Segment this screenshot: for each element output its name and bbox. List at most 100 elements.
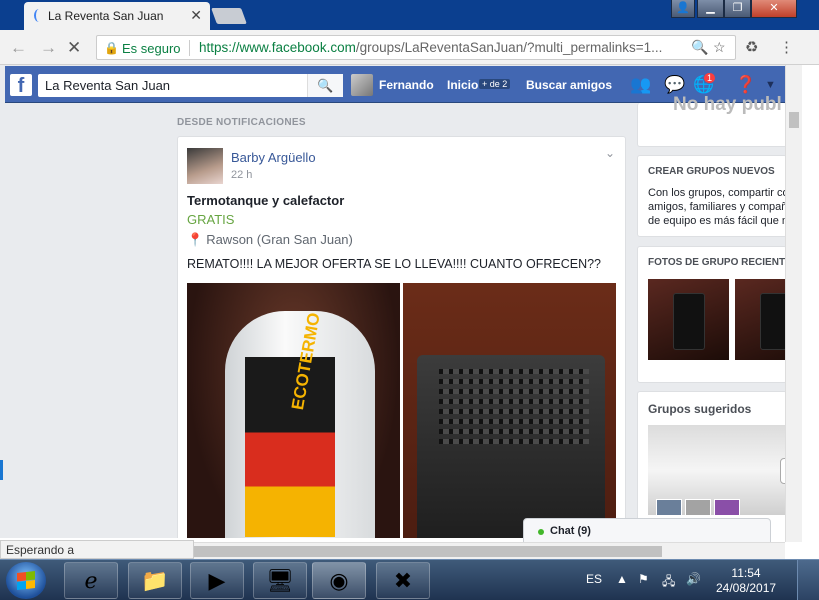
group-photo-thumb[interactable] <box>648 279 729 360</box>
search-value: La Reventa San Juan <box>45 78 171 93</box>
maximize-button[interactable]: ❐ <box>724 0 751 18</box>
show-desktop-button[interactable] <box>797 560 819 600</box>
tray-expand-icon[interactable]: ▲ <box>616 572 628 586</box>
windows-taskbar: ℯ 📁 ▶ 🖥 ◉ ✖ ES ▲ ⚑ 🖧 🔊 11:54 24/08/2017 <box>0 559 819 600</box>
member-avatar <box>714 499 740 515</box>
heater-photo[interactable] <box>403 283 616 538</box>
suggested-groups-title: Grupos sugeridos <box>648 402 752 416</box>
media-player-icon[interactable]: ▶ <box>190 562 244 599</box>
member-avatar <box>656 499 682 515</box>
account-menu-chevron-icon[interactable]: ▼ <box>765 79 776 91</box>
forward-arrow-icon[interactable]: → <box>40 38 57 58</box>
location-pin-icon: 📍 <box>187 232 204 247</box>
tab-close-icon[interactable]: ✕ <box>190 7 202 24</box>
taskbar-clock[interactable]: 11:54 24/08/2017 <box>716 566 776 596</box>
tab-title: La Reventa San Juan <box>48 9 164 23</box>
browser-tab[interactable]: La Reventa San Juan ✕ <box>24 2 210 30</box>
internet-explorer-icon[interactable]: ℯ <box>64 562 118 599</box>
volume-icon[interactable]: 🔊 <box>686 572 701 586</box>
file-explorer-icon[interactable]: 📁 <box>128 562 182 599</box>
clock-date: 24/08/2017 <box>716 581 777 595</box>
listing-price: GRATIS <box>187 212 235 227</box>
windows-logo-icon <box>17 571 35 590</box>
find-friends-link[interactable]: Buscar amigos <box>526 78 612 92</box>
post-options-chevron-icon[interactable]: ⌄ <box>605 146 615 160</box>
create-groups-line: Con los grupos, compartir co <box>648 187 785 199</box>
lock-icon: 🔒 <box>104 41 119 55</box>
zoom-search-icon[interactable]: 🔍 <box>691 39 708 56</box>
section-label: DESDE NOTIFICACIONES <box>177 117 306 128</box>
help-icon[interactable]: ❓ <box>735 75 756 95</box>
heater-grill <box>439 409 589 414</box>
status-bar: Esperando a www.facebook.com... <box>0 540 194 571</box>
suggested-group-cover[interactable] <box>648 425 785 515</box>
facebook-logo-icon[interactable]: f <box>10 74 32 97</box>
group-photo-thumb[interactable] <box>735 279 785 360</box>
new-tab-button[interactable] <box>211 8 247 24</box>
user-profile-icon[interactable]: 👤 <box>671 0 695 18</box>
listing-title: Termotanque y calefactor <box>187 193 345 208</box>
page-viewport: f La Reventa San Juan 🔍 Fernando Inicio … <box>0 65 785 538</box>
author-avatar[interactable] <box>187 148 223 184</box>
member-avatar <box>685 499 711 515</box>
search-icon[interactable]: 🔍 <box>307 74 343 97</box>
url-text[interactable]: https://www.facebook.com/groups/LaRevent… <box>199 40 662 55</box>
post-text: REMATO!!!! LA MEJOR OFERTA SE LO LLEVA!!… <box>187 257 601 271</box>
post-timestamp[interactable]: 22 h <box>231 169 252 181</box>
create-groups-title: CREAR GRUPOS NUEVOS <box>648 166 775 177</box>
heater-grill <box>439 439 589 444</box>
messenger-icon[interactable]: 💬 <box>664 75 685 95</box>
scrollbar-thumb[interactable] <box>190 546 662 557</box>
water-heater-photo[interactable]: ECOTERMO <box>187 283 400 538</box>
minimize-button[interactable]: ▁ <box>697 0 724 18</box>
stop-loading-icon[interactable]: ✕ <box>67 38 81 58</box>
chrome-menu-icon[interactable]: ⋮ <box>779 38 794 56</box>
bookmark-star-icon[interactable]: ☆ <box>713 39 726 56</box>
create-groups-line: de equipo es más fácil que nu <box>648 215 785 227</box>
close-window-button[interactable]: ✕ <box>751 0 797 18</box>
create-groups-line: amigos, familiares y compañe <box>648 201 785 213</box>
network-icon[interactable]: 🖧 <box>662 572 675 593</box>
back-arrow-icon[interactable]: ← <box>10 38 27 58</box>
extension-icon[interactable]: ♻ <box>745 38 758 56</box>
clock-time: 11:54 <box>731 566 761 580</box>
url-host: https://www.facebook.com <box>199 40 356 55</box>
chat-label: Chat (9) <box>550 525 591 537</box>
heater-grill <box>439 419 589 424</box>
no-posts-text: No hay publ <box>673 94 782 115</box>
user-avatar[interactable] <box>351 74 373 96</box>
address-bar[interactable]: 🔒 Es seguro https://www.facebook.com/gro… <box>96 35 736 60</box>
heater-grill <box>439 389 589 394</box>
loading-spinner-icon <box>34 9 44 22</box>
group-photos-box: FOTOS DE GRUPO RECIENTE <box>637 246 785 383</box>
heater-grill <box>439 379 589 384</box>
heater-grill <box>439 429 589 434</box>
group-photos-title: FOTOS DE GRUPO RECIENTE <box>648 257 785 268</box>
author-name[interactable]: Barby Argüello <box>231 150 316 165</box>
chat-bar[interactable]: Chat (9) <box>523 518 771 544</box>
omnibox-divider <box>189 40 190 56</box>
vertical-scrollbar[interactable] <box>785 65 802 542</box>
water-heater-label <box>245 357 335 537</box>
home-count-badge: + de 2 <box>479 79 511 89</box>
right-top-box: No hay publ <box>637 94 785 147</box>
action-center-icon[interactable]: ⚑ <box>638 572 649 586</box>
url-path: /groups/LaReventaSanJuan/?multi_permalin… <box>355 40 663 55</box>
remote-desktop-icon[interactable]: 🖥 <box>253 562 307 599</box>
location-text: Rawson (Gran San Juan) <box>206 232 353 247</box>
secure-label: Es seguro <box>122 41 181 56</box>
suggested-groups-box: Grupos sugeridos <box>637 391 785 538</box>
notification-count-badge: 1 <box>703 72 717 84</box>
profile-link[interactable]: Fernando <box>379 78 434 92</box>
friend-requests-icon[interactable]: 👥 <box>630 75 651 95</box>
facebook-search-input[interactable]: La Reventa San Juan 🔍 <box>38 74 343 97</box>
browser-titlebar: La Reventa San Juan ✕ 👤 ▁ ❐ ✕ <box>0 0 819 30</box>
xampp-icon[interactable]: ✖ <box>376 562 430 599</box>
home-link[interactable]: Inicio <box>447 78 478 92</box>
start-button[interactable] <box>6 562 46 599</box>
chrome-taskbar-icon[interactable]: ◉ <box>312 562 366 599</box>
create-groups-text: Con los grupos, compartir co amigos, fam… <box>648 186 785 228</box>
scrollbar-thumb[interactable] <box>789 112 799 128</box>
listing-location: 📍 Rawson (Gran San Juan) <box>187 232 353 248</box>
language-indicator[interactable]: ES <box>586 572 602 586</box>
